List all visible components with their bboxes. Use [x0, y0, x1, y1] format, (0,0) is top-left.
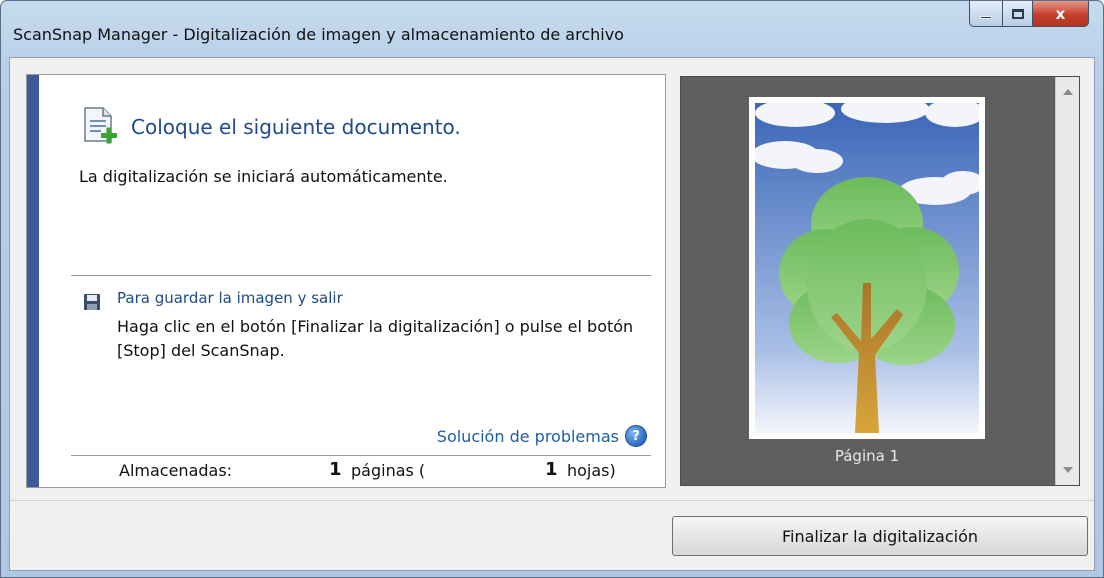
save-and-exit-title: Para guardar la imagen y salir — [117, 289, 343, 307]
divider — [71, 455, 651, 456]
close-icon: x — [1055, 4, 1066, 23]
minimize-button[interactable] — [969, 1, 1003, 27]
sheets-unit: hojas) — [567, 461, 616, 480]
stored-label: Almacenadas: — [119, 461, 233, 480]
page-preview-pane[interactable]: Página 1 — [680, 76, 1080, 486]
minimize-icon — [980, 16, 992, 19]
page-label: Página 1 — [834, 447, 900, 465]
page-thumbnail[interactable] — [749, 97, 985, 439]
page-title: Coloque el siguiente documento. — [131, 115, 461, 139]
accent-bar — [27, 75, 39, 487]
scroll-up-icon[interactable] — [1063, 89, 1073, 95]
pages-count: 1 — [329, 459, 342, 480]
add-document-icon — [84, 107, 117, 144]
dialog-client-area: Coloque el siguiente documento. La digit… — [9, 57, 1095, 571]
help-icon[interactable]: ? — [625, 425, 647, 447]
footer-divider — [10, 500, 1094, 501]
sheets-count: 1 — [545, 459, 558, 480]
scansnap-window: ScanSnap Manager - Digitalización de ima… — [0, 0, 1104, 578]
scroll-down-icon[interactable] — [1063, 467, 1073, 473]
caption-buttons: x — [969, 1, 1089, 31]
auto-scan-message: La digitalización se iniciará automática… — [79, 167, 448, 186]
divider — [71, 275, 651, 276]
save-and-exit-description: Haga clic en el botón [Finalizar la digi… — [117, 317, 634, 360]
troubleshoot-link-row[interactable]: Solución de problemas ? — [437, 425, 647, 447]
pages-unit: páginas ( — [351, 461, 426, 480]
status-panel: Coloque el siguiente documento. La digit… — [26, 74, 666, 488]
save-icon — [84, 294, 100, 310]
finish-scanning-button[interactable]: Finalizar la digitalización — [672, 516, 1088, 556]
stored-stats: Almacenadas: 1 páginas ( 1 hojas) — [27, 459, 667, 485]
preview-scrollbar[interactable] — [1055, 77, 1079, 485]
maximize-icon — [1011, 8, 1024, 19]
scanned-image-tree — [755, 103, 979, 433]
title-bar[interactable]: ScanSnap Manager - Digitalización de ima… — [1, 1, 1103, 57]
close-button[interactable]: x — [1033, 1, 1089, 27]
maximize-button[interactable] — [1003, 1, 1033, 27]
window-title: ScanSnap Manager - Digitalización de ima… — [13, 25, 624, 44]
troubleshoot-link[interactable]: Solución de problemas — [437, 427, 619, 446]
